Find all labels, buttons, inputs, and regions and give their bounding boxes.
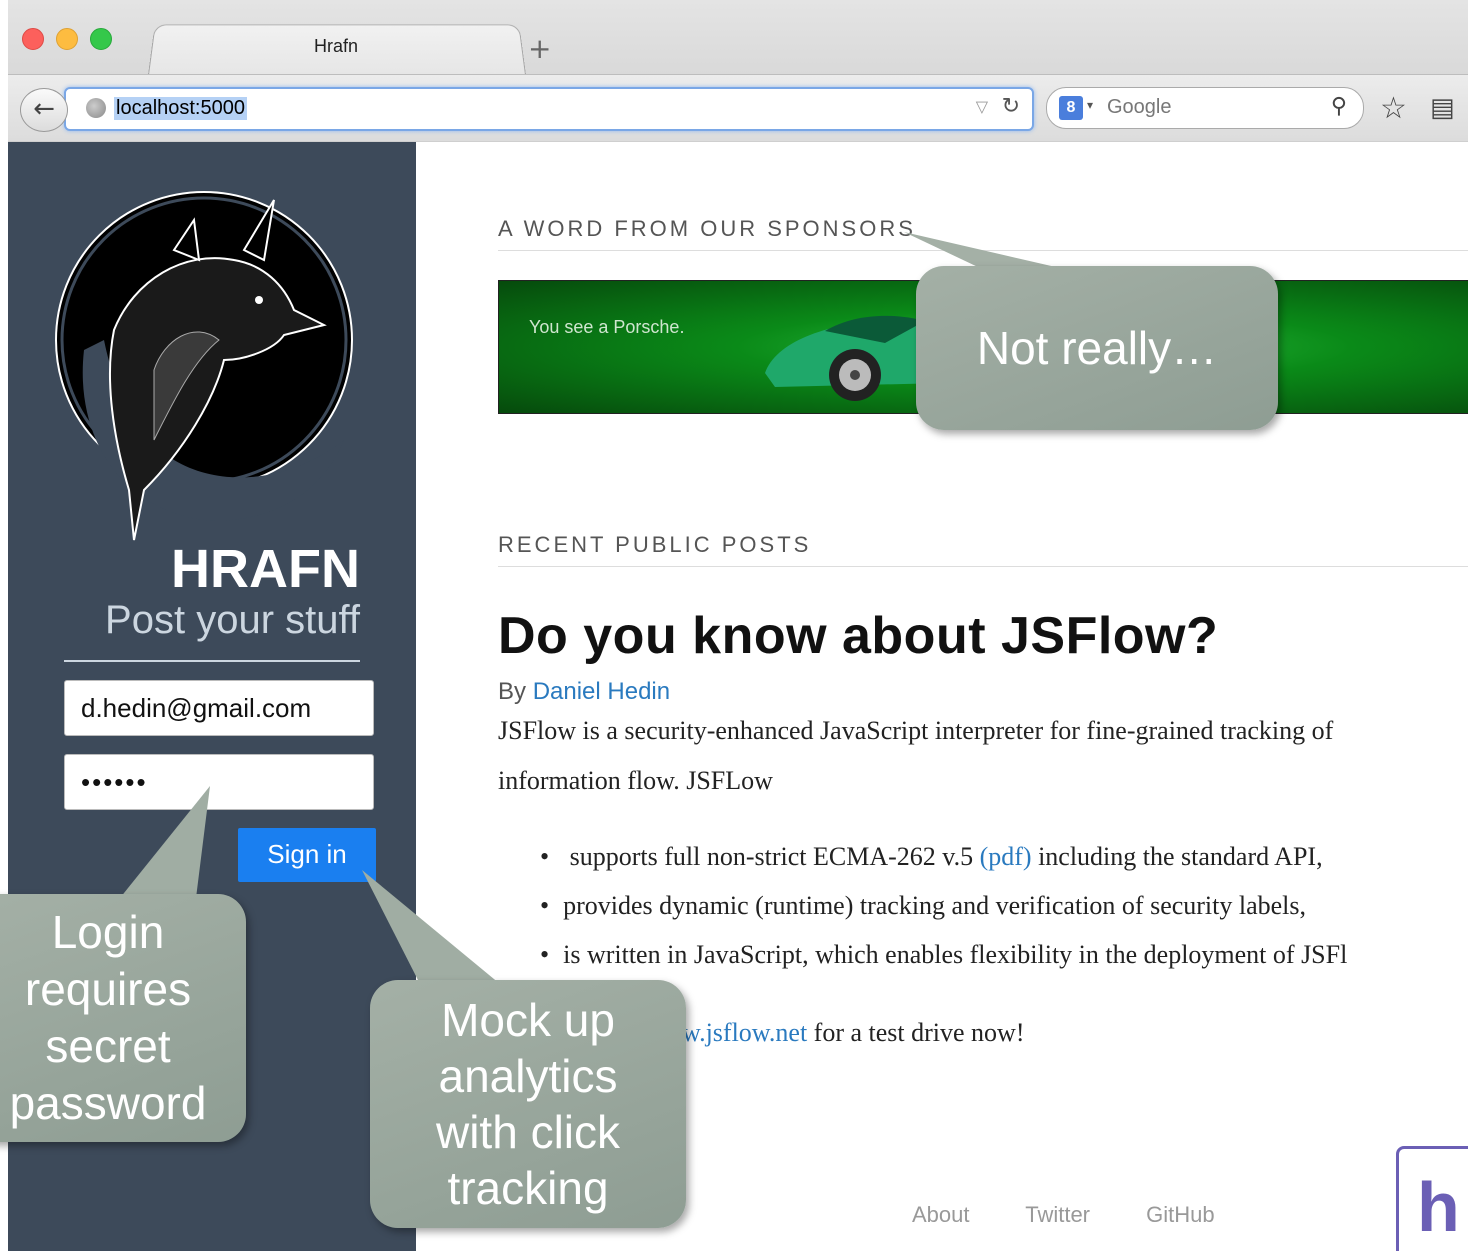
browser-chrome: Hrafn + localhost:5000 ▽ ↻ ← 8 ▾ Google … — [8, 0, 1468, 143]
search-engine-icon[interactable]: 8 — [1059, 96, 1083, 120]
post-byline: By Daniel Hedin — [498, 678, 670, 706]
jsflow-link[interactable]: w.jsflow.net — [682, 1018, 807, 1047]
pdf-link[interactable]: (pdf) — [980, 842, 1032, 871]
sidebar-divider — [64, 660, 360, 662]
brand-tagline: Post your stuff — [105, 598, 360, 642]
reload-icon[interactable]: ↻ — [1002, 94, 1020, 119]
search-bar[interactable]: 8 ▾ Google ⚲ — [1046, 87, 1364, 129]
callout-sponsor-text: Not really… — [976, 322, 1218, 374]
heroku-badge[interactable]: h — [1396, 1146, 1468, 1251]
search-icon[interactable]: ⚲ — [1331, 94, 1347, 119]
recent-posts-heading: RECENT PUBLIC POSTS — [498, 532, 812, 557]
callout-line: password — [9, 1077, 207, 1129]
bookmarks-menu-icon[interactable]: ▤ — [1430, 93, 1455, 123]
email-field[interactable]: d.hedin@gmail.com — [64, 680, 374, 736]
callout-line: Mock up — [441, 994, 615, 1046]
footer-links: About Twitter GitHub — [912, 1202, 1265, 1228]
post-title[interactable]: Do you know about JSFlow? — [498, 606, 1218, 666]
cta-text: for a test drive now! — [813, 1018, 1025, 1047]
callout-line: requires — [24, 963, 192, 1015]
footer-about-link[interactable]: About — [912, 1202, 970, 1227]
post-cta: w.jsflow.net for a test drive now! — [682, 1018, 1025, 1048]
bullet-1-text-a: supports full non-strict ECMA-262 v.5 — [569, 842, 974, 871]
search-placeholder: Google — [1107, 96, 1172, 118]
bookmark-star-icon[interactable]: ☆ — [1380, 91, 1407, 126]
post-paragraph-1: JSFlow is a security-enhanced JavaScript… — [498, 716, 1334, 745]
callout-line: tracking — [447, 1162, 609, 1214]
back-arrow-icon: ← — [33, 94, 55, 124]
zoom-window-button[interactable] — [90, 28, 112, 50]
close-window-button[interactable] — [22, 28, 44, 50]
callout-line: Login — [51, 906, 165, 958]
tab-title: Hrafn — [313, 36, 358, 56]
navigation-toolbar: localhost:5000 ▽ ↻ ← 8 ▾ Google ⚲ ☆ ▤ — [8, 74, 1468, 141]
byline-prefix: By — [498, 678, 527, 705]
callout-tracking-text: Mock up analytics with click tracking — [436, 992, 620, 1216]
history-dropdown-icon[interactable]: ▽ — [976, 97, 988, 116]
callout-line: secret — [45, 1020, 171, 1072]
footer-twitter-link[interactable]: Twitter — [1025, 1202, 1090, 1227]
recent-posts-divider — [498, 566, 1468, 567]
brand-title: HRAFN — [171, 539, 360, 599]
sponsors-divider — [498, 250, 1468, 251]
ad-text: You see a Porsche. — [529, 317, 685, 337]
callout-sponsor: Not really… — [916, 266, 1278, 430]
footer-github-link[interactable]: GitHub — [1146, 1202, 1214, 1227]
address-bar[interactable]: localhost:5000 ▽ ↻ — [64, 87, 1034, 131]
post-paragraph-2: information flow. JSFLow — [498, 766, 773, 795]
author-link[interactable]: Daniel Hedin — [533, 678, 670, 705]
callout-login: Login requires secret password — [0, 894, 246, 1142]
back-button[interactable]: ← — [20, 88, 68, 132]
heroku-icon: h — [1417, 1168, 1460, 1246]
feature-list: supports full non-strict ECMA-262 v.5 (p… — [540, 842, 1347, 989]
tab-strip: Hrafn + — [8, 0, 1468, 75]
raven-logo — [55, 191, 353, 541]
minimize-window-button[interactable] — [56, 28, 78, 50]
new-tab-button[interactable]: + — [528, 32, 551, 65]
sign-in-button[interactable]: Sign in — [238, 828, 376, 882]
password-field[interactable]: •••••• — [64, 754, 374, 810]
callout-tracking: Mock up analytics with click tracking — [370, 980, 686, 1228]
search-engine-dropdown-icon[interactable]: ▾ — [1087, 98, 1093, 112]
globe-icon — [86, 98, 106, 118]
callout-line: with click — [435, 1106, 621, 1158]
sponsors-heading: A WORD FROM OUR SPONSORS — [498, 216, 916, 241]
list-item: provides dynamic (runtime) tracking and … — [540, 891, 1347, 940]
url-text[interactable]: localhost:5000 — [114, 97, 247, 120]
callout-login-text: Login requires secret password — [10, 904, 207, 1132]
bullet-1-text-b: including the standard API, — [1038, 842, 1323, 871]
list-item: supports full non-strict ECMA-262 v.5 (p… — [540, 842, 1347, 891]
callout-line: analytics — [438, 1050, 618, 1102]
